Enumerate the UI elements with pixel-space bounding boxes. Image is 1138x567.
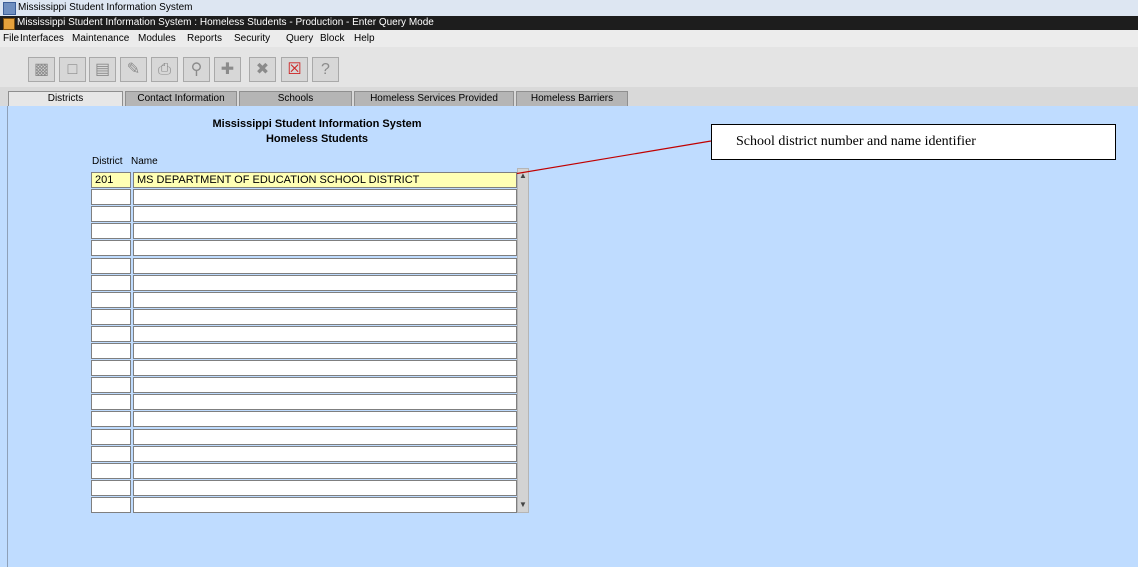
district-number-field[interactable] <box>91 206 131 222</box>
district-number-field[interactable] <box>91 240 131 256</box>
tab-strip: Districts Contact Information Schools Ho… <box>0 87 1138 106</box>
form-heading-system: Mississippi Student Information System <box>212 118 422 130</box>
menu-file[interactable]: File <box>3 30 19 47</box>
district-name-field[interactable] <box>133 275 517 291</box>
scroll-down-icon[interactable]: ▼ <box>518 500 528 510</box>
outer-window-title-bar: Mississippi Student Information System <box>0 0 1138 17</box>
save-icon[interactable]: ▩ <box>28 57 55 82</box>
district-name-field[interactable] <box>133 240 517 256</box>
menu-bar: File Interfaces Maintenance Modules Repo… <box>0 30 1138 48</box>
menu-modules[interactable]: Modules <box>138 30 176 47</box>
menu-query[interactable]: Query <box>286 30 313 47</box>
tab-schools[interactable]: Schools <box>239 91 352 106</box>
menu-maintenance[interactable]: Maintenance <box>72 30 129 47</box>
district-number-field[interactable] <box>91 360 131 376</box>
form-heading-module: Homeless Students <box>265 133 369 145</box>
annotation-callout: School district number and name identifi… <box>711 124 1116 160</box>
district-name-field[interactable] <box>133 497 517 513</box>
menu-interfaces[interactable]: Interfaces <box>20 30 64 47</box>
district-name-field[interactable] <box>133 309 517 325</box>
district-name-field[interactable] <box>133 480 517 496</box>
print-icon[interactable]: ⎙ <box>151 57 178 82</box>
district-name-field[interactable] <box>133 463 517 479</box>
tab-homeless-services-provided[interactable]: Homeless Services Provided <box>354 91 514 106</box>
inner-window-title: Mississippi Student Information System :… <box>17 17 434 28</box>
menu-block[interactable]: Block <box>320 30 344 47</box>
district-name-field[interactable] <box>133 429 517 445</box>
help-icon[interactable]: ? <box>312 57 339 82</box>
tab-contact-information[interactable]: Contact Information <box>125 91 237 106</box>
scroll-up-icon[interactable]: ▲ <box>518 171 528 181</box>
district-name-field[interactable] <box>133 411 517 427</box>
district-number-field[interactable] <box>91 429 131 445</box>
district-number-field[interactable] <box>91 292 131 308</box>
district-number-field[interactable] <box>91 394 131 410</box>
open-icon[interactable]: □ <box>59 57 86 82</box>
form-icon <box>3 18 15 30</box>
column-header-name: Name <box>131 156 158 167</box>
district-name-field[interactable] <box>133 206 517 222</box>
district-number-field[interactable] <box>91 480 131 496</box>
district-name-field[interactable] <box>133 360 517 376</box>
district-number-field[interactable] <box>91 377 131 393</box>
district-name-field[interactable]: MS DEPARTMENT OF EDUCATION SCHOOL DISTRI… <box>133 172 517 188</box>
app-icon <box>3 2 16 15</box>
district-number-field[interactable] <box>91 309 131 325</box>
district-name-field[interactable] <box>133 446 517 462</box>
district-number-field[interactable] <box>91 223 131 239</box>
district-number-field[interactable] <box>91 275 131 291</box>
district-number-field[interactable] <box>91 258 131 274</box>
district-number-field[interactable] <box>91 446 131 462</box>
district-name-field[interactable] <box>133 326 517 342</box>
records-scrollbar[interactable]: ▲ ▼ <box>517 168 529 513</box>
exit-icon[interactable]: ☒ <box>281 57 308 82</box>
pencil-icon[interactable]: ✎ <box>120 57 147 82</box>
district-number-field[interactable] <box>91 343 131 359</box>
district-name-field[interactable] <box>133 292 517 308</box>
district-number-field[interactable]: 201 <box>91 172 131 188</box>
district-number-field[interactable] <box>91 411 131 427</box>
toolbar: ▩ □ ▤ ✎ ⎙ ⚲ ✚ ✖ ☒ ? <box>0 47 1138 88</box>
delete-icon[interactable]: ✖ <box>249 57 276 82</box>
outer-window-title: Mississippi Student Information System <box>18 2 193 13</box>
search-icon[interactable]: ⚲ <box>183 57 210 82</box>
inner-window-title-bar: Mississippi Student Information System :… <box>0 16 1138 30</box>
tab-districts[interactable]: Districts <box>8 91 123 106</box>
tab-homeless-barriers[interactable]: Homeless Barriers <box>516 91 628 106</box>
district-name-field[interactable] <box>133 377 517 393</box>
plus-icon[interactable]: ✚ <box>214 57 241 82</box>
menu-reports[interactable]: Reports <box>187 30 222 47</box>
district-name-field[interactable] <box>133 223 517 239</box>
canvas-left-border <box>7 106 8 567</box>
document-icon[interactable]: ▤ <box>89 57 116 82</box>
district-name-field[interactable] <box>133 189 517 205</box>
menu-help[interactable]: Help <box>354 30 375 47</box>
district-name-field[interactable] <box>133 394 517 410</box>
column-header-district: District <box>92 156 123 167</box>
district-number-field[interactable] <box>91 189 131 205</box>
district-name-field[interactable] <box>133 258 517 274</box>
district-number-field[interactable] <box>91 497 131 513</box>
menu-security[interactable]: Security <box>234 30 270 47</box>
district-number-field[interactable] <box>91 463 131 479</box>
district-number-field[interactable] <box>91 326 131 342</box>
district-name-field[interactable] <box>133 343 517 359</box>
